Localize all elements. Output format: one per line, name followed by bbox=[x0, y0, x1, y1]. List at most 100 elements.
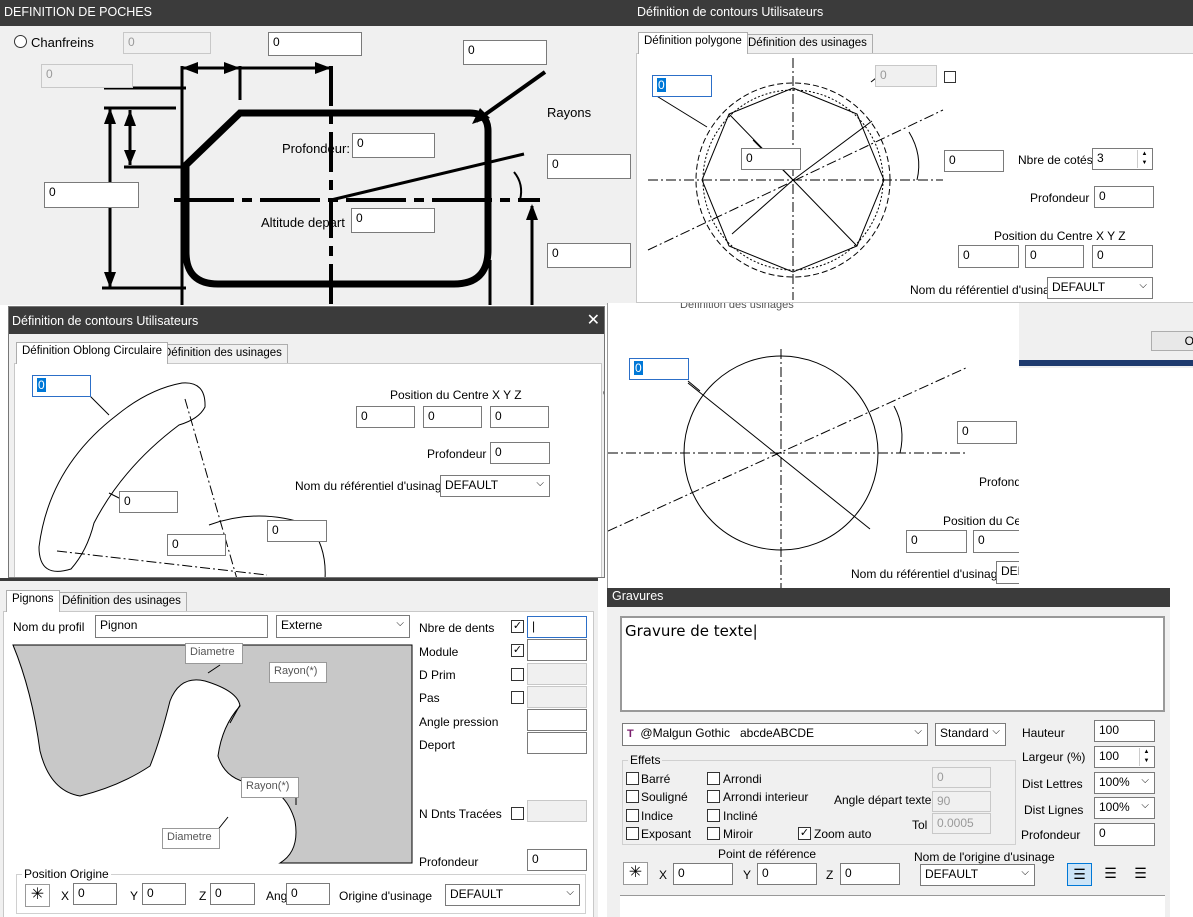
dist-lignes-dropdown[interactable]: 100% ⌵ bbox=[1094, 797, 1155, 819]
deport-field[interactable] bbox=[527, 732, 587, 754]
checkbox-icon[interactable] bbox=[511, 807, 524, 820]
spinner-icon[interactable]: ▲ ▼ bbox=[1139, 748, 1153, 766]
x-field[interactable]: 0 bbox=[673, 863, 733, 885]
pos-x-field[interactable]: 0 bbox=[356, 406, 415, 428]
radius-field[interactable]: 0 bbox=[267, 520, 327, 542]
chanfreins-label: Chanfreins bbox=[31, 35, 94, 50]
align-left-icon[interactable]: ☰ bbox=[1067, 863, 1092, 886]
checkbox-icon[interactable] bbox=[626, 809, 639, 822]
pignons-window: Pignons Définition des usinages Nom du p… bbox=[0, 578, 598, 917]
nb-dents-field[interactable]: | bbox=[527, 616, 587, 638]
souligne-label: Souligné bbox=[641, 790, 688, 804]
tab-pignons[interactable]: Pignons bbox=[6, 590, 60, 612]
inner-field[interactable]: 0 bbox=[741, 148, 801, 170]
position-label: Position du Centre X Y Z bbox=[390, 388, 522, 402]
left-small-field[interactable]: 0 bbox=[41, 64, 133, 88]
font-dropdown[interactable]: T @Malgun Gothic abcdeABCDE ⌵ bbox=[622, 723, 928, 746]
tab-polygone[interactable]: Définition polygone bbox=[638, 32, 748, 54]
module-field[interactable] bbox=[527, 639, 587, 661]
checkbox-icon[interactable] bbox=[626, 772, 639, 785]
ref-dropdown[interactable]: DEF bbox=[996, 561, 1019, 584]
align-right-icon[interactable]: ☰ bbox=[1128, 863, 1153, 886]
checkbox-icon[interactable] bbox=[511, 691, 524, 704]
checkbox-icon[interactable] bbox=[944, 71, 956, 83]
spinner-icon[interactable]: ▲ ▼ bbox=[1137, 150, 1151, 168]
checkbox-icon[interactable] bbox=[707, 772, 720, 785]
checkbox-icon[interactable] bbox=[626, 790, 639, 803]
ang-field[interactable]: 0 bbox=[286, 883, 330, 905]
diameter-field[interactable]: 0 bbox=[629, 358, 689, 380]
disabled-field[interactable]: 0 bbox=[875, 65, 937, 87]
angle-field[interactable]: 90 bbox=[932, 791, 991, 812]
angle-field[interactable]: 0 bbox=[167, 534, 226, 556]
altitude-field[interactable]: 0 bbox=[351, 208, 435, 233]
tol-field[interactable]: 0.0005 bbox=[932, 813, 991, 834]
origine-dropdown[interactable]: DEFAULT ⌵ bbox=[920, 864, 1035, 886]
checkbox-icon[interactable] bbox=[707, 827, 720, 840]
nb-cotes-label: Nbre de cotés bbox=[1018, 153, 1093, 167]
ndnts-field[interactable] bbox=[527, 800, 587, 822]
checkbox-icon[interactable]: ✓ bbox=[511, 620, 524, 633]
profondeur-field[interactable]: 0 bbox=[527, 849, 587, 871]
angle-pression-label: Angle pression bbox=[419, 715, 499, 729]
ok-button[interactable]: Ok bbox=[1151, 331, 1193, 351]
ref-dropdown[interactable]: DEFAULT ⌵ bbox=[440, 475, 550, 497]
align-center-icon[interactable]: ☰ bbox=[1098, 863, 1123, 886]
pos-y-field[interactable]: 0 bbox=[1025, 245, 1084, 268]
pos-z-field[interactable]: 0 bbox=[490, 406, 549, 428]
angle-pression-field[interactable] bbox=[527, 709, 587, 731]
checkbox-icon[interactable] bbox=[626, 827, 639, 840]
angle-field[interactable]: 0 bbox=[547, 154, 631, 179]
chanfrein-field[interactable]: 0 bbox=[123, 32, 211, 54]
pos-y-field[interactable]: 0 bbox=[423, 406, 482, 428]
z-label: Z bbox=[826, 868, 834, 882]
y-field[interactable]: 0 bbox=[142, 883, 186, 905]
nb-cotes-spinner[interactable]: 3 ▲ ▼ bbox=[1092, 148, 1153, 170]
checkbox-icon[interactable] bbox=[707, 790, 720, 803]
text-area[interactable]: Gravure de texte| bbox=[620, 616, 1165, 712]
z-field[interactable]: 0 bbox=[210, 883, 255, 905]
bottom-field[interactable]: 0 bbox=[547, 243, 631, 268]
pos-x-field[interactable]: 0 bbox=[906, 530, 967, 553]
checkbox-icon[interactable]: ✓ bbox=[511, 644, 524, 657]
rayon-label-box: Rayon(*) bbox=[241, 777, 299, 798]
profondeur-field[interactable]: 0 bbox=[352, 133, 435, 158]
dist-lettres-dropdown[interactable]: 100% ⌵ bbox=[1094, 772, 1155, 794]
field-zero[interactable]: 0 bbox=[932, 767, 991, 788]
rayon-field[interactable]: 0 bbox=[463, 40, 547, 65]
profondeur-field[interactable]: 0 bbox=[1094, 823, 1155, 846]
thickness-field[interactable]: 0 bbox=[119, 491, 178, 513]
y-field[interactable]: 0 bbox=[757, 863, 817, 885]
largeur-spinner[interactable]: 100 ▲ ▼ bbox=[1094, 746, 1155, 768]
origine-dropdown[interactable]: DEFAULT ⌵ bbox=[445, 884, 580, 906]
dist-lignes-value: 100% bbox=[1099, 800, 1130, 814]
exposant-label: Exposant bbox=[641, 827, 692, 841]
style-dropdown[interactable]: Standard ⌵ bbox=[935, 723, 1006, 746]
hauteur-field[interactable]: 100 bbox=[1094, 720, 1155, 742]
ref-dropdown[interactable]: DEFAULT ⌵ bbox=[1047, 277, 1153, 299]
tab-oblong[interactable]: Définition Oblong Circulaire bbox=[16, 342, 168, 364]
pos-z-field[interactable]: 0 bbox=[1092, 245, 1153, 268]
checkbox-icon[interactable] bbox=[511, 668, 524, 681]
x-field[interactable]: 0 bbox=[73, 883, 117, 905]
dprim-field[interactable] bbox=[527, 663, 587, 685]
angle-field[interactable]: 0 bbox=[957, 421, 1017, 444]
profondeur-field[interactable]: 0 bbox=[490, 442, 550, 464]
checkbox-icon[interactable] bbox=[707, 809, 720, 822]
profondeur-field[interactable]: 0 bbox=[1094, 186, 1154, 208]
target-icon[interactable]: ✳ bbox=[25, 884, 50, 907]
diameter-field[interactable]: 0 bbox=[652, 75, 712, 97]
pas-field[interactable] bbox=[527, 686, 587, 708]
target-icon[interactable]: ✳ bbox=[623, 862, 648, 885]
chanfreins-radio[interactable] bbox=[14, 35, 27, 48]
hauteur-label: Hauteur bbox=[1022, 726, 1065, 740]
checkbox-icon[interactable]: ✓ bbox=[798, 827, 811, 840]
profondeur-label: Profondeur bbox=[1030, 191, 1090, 205]
z-field[interactable]: 0 bbox=[840, 863, 900, 885]
left-height-field[interactable]: 0 bbox=[44, 182, 139, 208]
width-field[interactable]: 0 bbox=[32, 375, 91, 397]
top-width-field[interactable]: 0 bbox=[268, 32, 362, 56]
pos-y-field[interactable]: 0 bbox=[973, 530, 1019, 553]
angle-field[interactable]: 0 bbox=[944, 150, 1004, 172]
pos-x-field[interactable]: 0 bbox=[958, 245, 1019, 268]
